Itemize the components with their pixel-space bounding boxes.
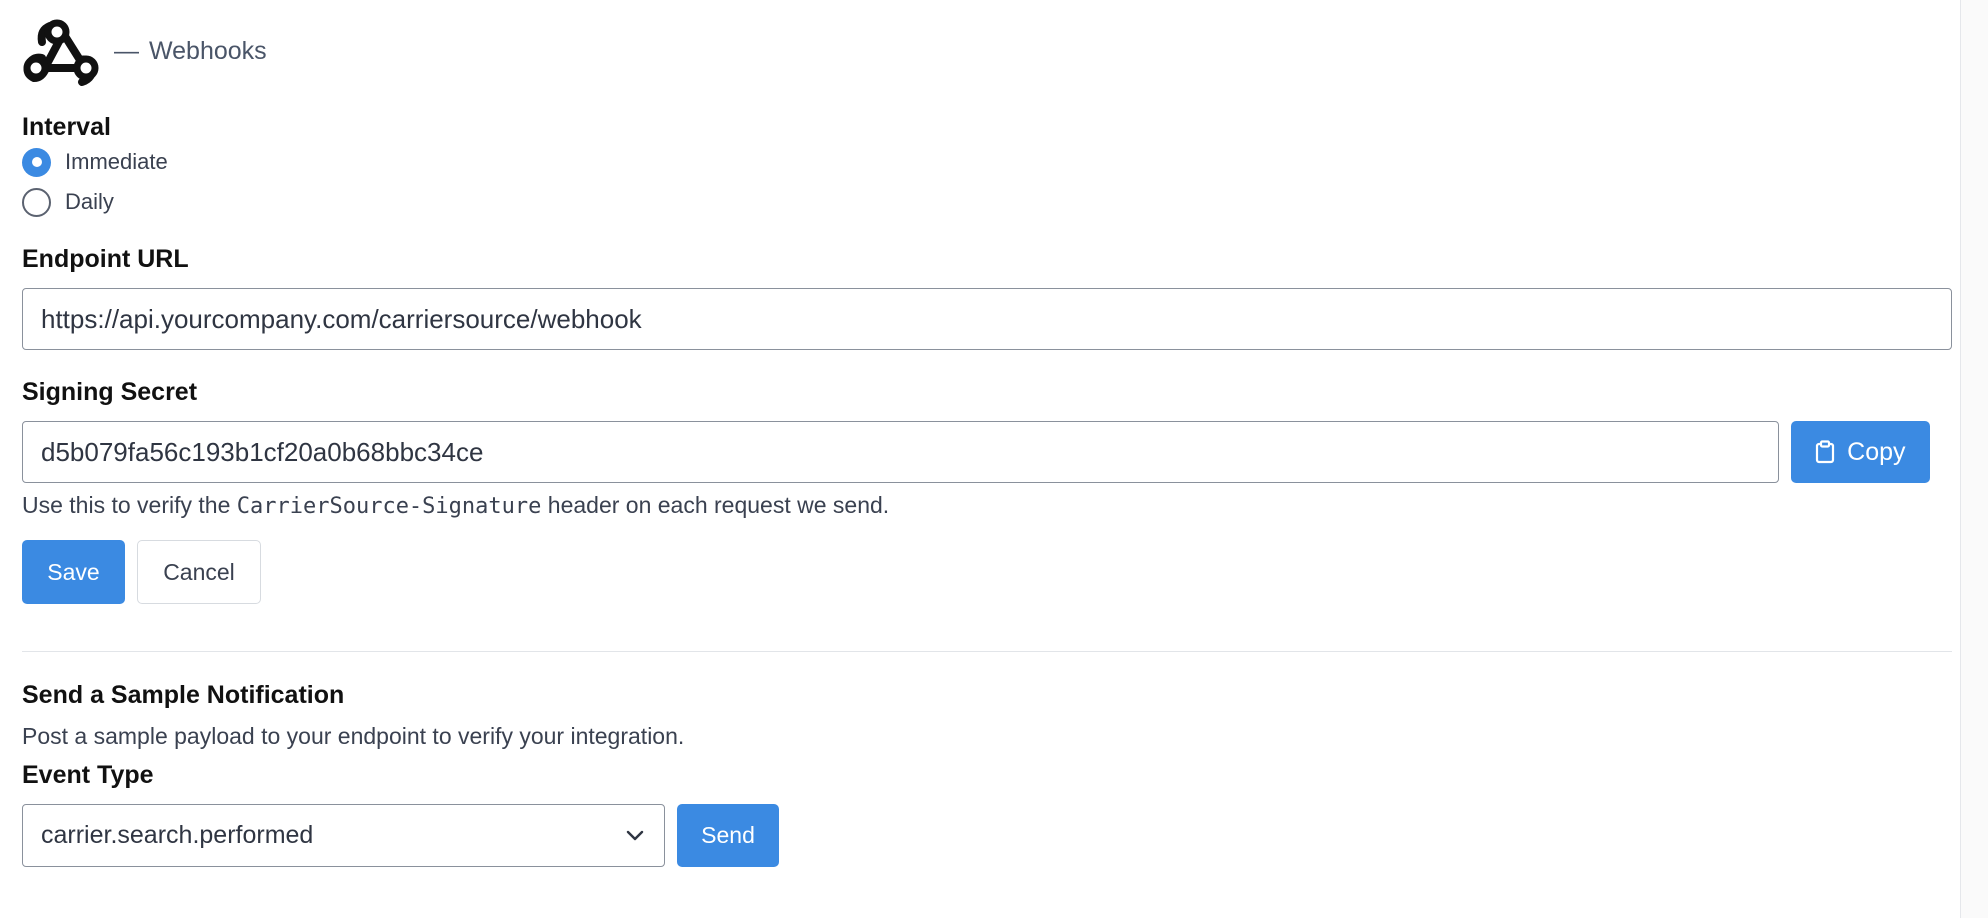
radio-button-unchecked[interactable]: [22, 187, 51, 217]
radio-option-daily[interactable]: Daily: [22, 182, 1930, 222]
title-text: Webhooks: [149, 36, 267, 65]
signature-header-code: CarrierSource-Signature: [236, 494, 542, 519]
header: — Webhooks: [22, 0, 1930, 102]
event-type-label: Event Type: [22, 761, 154, 789]
event-type-select[interactable]: carrier.search.performed: [22, 804, 665, 867]
event-type-row: carrier.search.performed Send: [22, 804, 1930, 867]
signing-secret-row: d5b079fa56c193b1cf20a0b68bbc34ce Copy: [22, 421, 1930, 483]
radio-label-immediate: Immediate: [65, 149, 168, 174]
endpoint-url-label: Endpoint URL: [22, 245, 189, 273]
interval-label: Interval: [22, 113, 111, 141]
section-divider: [22, 651, 1952, 652]
page-title: — Webhooks: [114, 37, 267, 66]
sample-notification-description: Post a sample payload to your endpoint t…: [22, 723, 685, 749]
send-button[interactable]: Send: [677, 804, 779, 867]
signing-secret-label: Signing Secret: [22, 378, 198, 406]
cancel-button[interactable]: Cancel: [137, 540, 261, 604]
radio-button-checked[interactable]: [22, 147, 51, 177]
webhook-logo-icon: [23, 19, 99, 86]
help-suffix: header on each request we send.: [547, 492, 890, 518]
event-type-value: carrier.search.performed: [41, 821, 314, 849]
signing-secret-help: Use this to verify the CarrierSource-Sig…: [22, 492, 1930, 519]
endpoint-url-input[interactable]: https://api.yourcompany.com/carriersourc…: [22, 288, 1952, 350]
signing-secret-input[interactable]: d5b079fa56c193b1cf20a0b68bbc34ce: [22, 421, 1779, 483]
sample-notification-heading: Send a Sample Notification: [22, 681, 345, 709]
scrollbar[interactable]: [1960, 0, 1988, 918]
webhooks-page: — Webhooks Interval Immediate Daily Endp…: [0, 0, 1988, 918]
copy-button-label: Copy: [1847, 437, 1906, 466]
radio-label-daily: Daily: [65, 189, 114, 214]
radio-option-immediate[interactable]: Immediate: [22, 142, 1930, 182]
save-button[interactable]: Save: [22, 540, 125, 604]
chevron-down-icon: [626, 830, 644, 840]
signing-secret-value: d5b079fa56c193b1cf20a0b68bbc34ce: [41, 436, 484, 467]
copy-button[interactable]: Copy: [1790, 421, 1930, 483]
clipboard-icon: [1816, 440, 1835, 464]
endpoint-url-value: https://api.yourcompany.com/carriersourc…: [41, 303, 642, 334]
form-actions: Save Cancel: [22, 540, 1930, 604]
title-separator: —: [114, 36, 139, 65]
help-prefix: Use this to verify the: [22, 492, 231, 518]
